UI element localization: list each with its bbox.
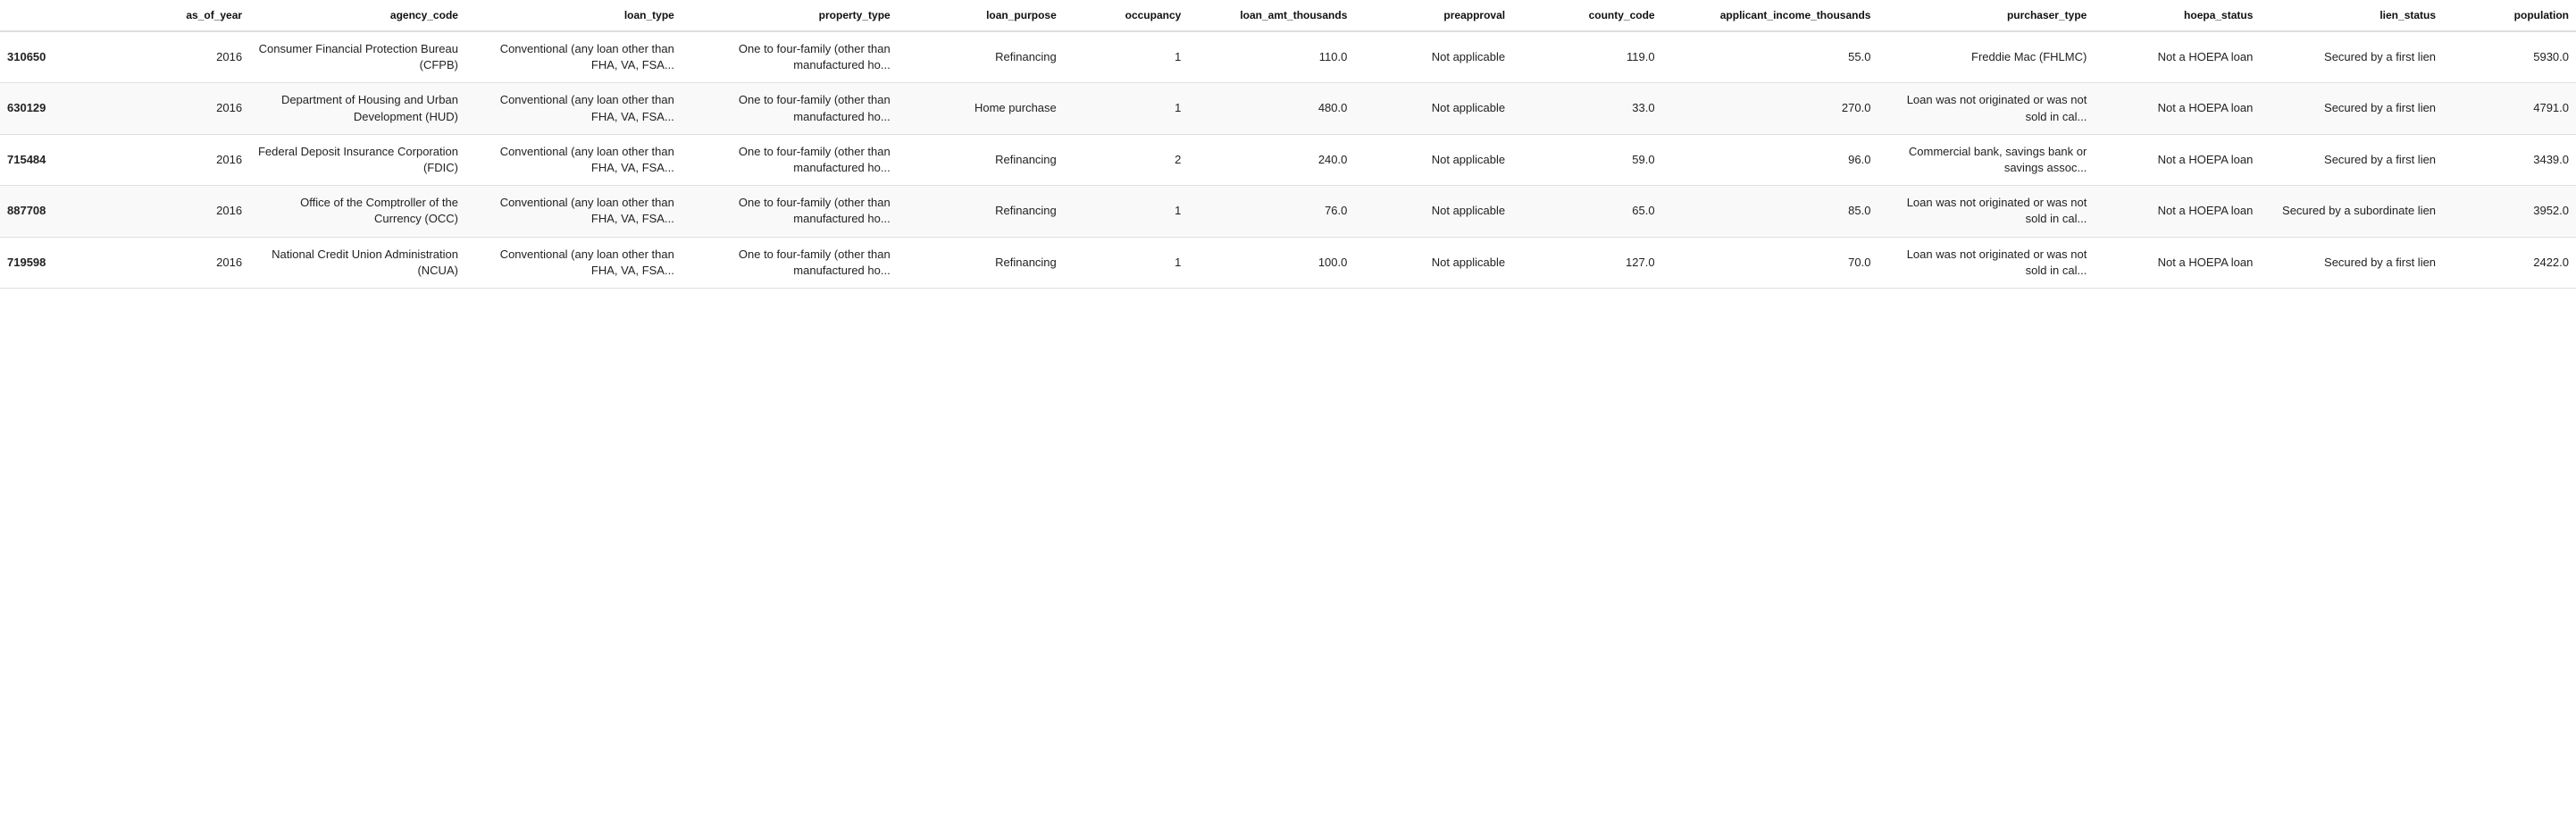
cell-pop: 2422.0 — [2443, 237, 2576, 288]
cell-propType: One to four-family (other than manufactu… — [682, 134, 898, 185]
cell-county: 59.0 — [1512, 134, 1661, 185]
cell-occ: 1 — [1064, 186, 1189, 237]
cell-pop: 3439.0 — [2443, 134, 2576, 185]
cell-purch: Loan was not originated or was not sold … — [1878, 186, 2094, 237]
cell-pop: 4791.0 — [2443, 83, 2576, 134]
col-header-loantype: loan_type — [465, 0, 682, 31]
cell-purpose: Refinancing — [898, 237, 1064, 288]
cell-amt: 240.0 — [1188, 134, 1354, 185]
cell-occ: 1 — [1064, 237, 1189, 288]
cell-id: 887708 — [0, 186, 133, 237]
col-header-purpose: loan_purpose — [898, 0, 1064, 31]
cell-pop: 5930.0 — [2443, 31, 2576, 83]
cell-income: 55.0 — [1662, 31, 1878, 83]
cell-county: 65.0 — [1512, 186, 1661, 237]
cell-hoepa: Not a HOEPA loan — [2094, 31, 2260, 83]
cell-occ: 1 — [1064, 83, 1189, 134]
col-header-income: applicant_income_thousands — [1662, 0, 1878, 31]
col-header-lien: lien_status — [2260, 0, 2443, 31]
cell-loanType: Conventional (any loan other than FHA, V… — [465, 31, 682, 83]
table-row: 3106502016Consumer Financial Protection … — [0, 31, 2576, 83]
cell-preapp: Not applicable — [1354, 237, 1512, 288]
cell-loanType: Conventional (any loan other than FHA, V… — [465, 186, 682, 237]
cell-purpose: Refinancing — [898, 31, 1064, 83]
cell-county: 127.0 — [1512, 237, 1661, 288]
cell-hoepa: Not a HOEPA loan — [2094, 134, 2260, 185]
cell-purpose: Refinancing — [898, 186, 1064, 237]
cell-purch: Loan was not originated or was not sold … — [1878, 237, 2094, 288]
cell-amt: 76.0 — [1188, 186, 1354, 237]
cell-preapp: Not applicable — [1354, 134, 1512, 185]
cell-occ: 1 — [1064, 31, 1189, 83]
cell-preapp: Not applicable — [1354, 83, 1512, 134]
cell-id: 630129 — [0, 83, 133, 134]
col-header-pop: population — [2443, 0, 2576, 31]
cell-loanType: Conventional (any loan other than FHA, V… — [465, 237, 682, 288]
cell-hoepa: Not a HOEPA loan — [2094, 237, 2260, 288]
cell-id: 719598 — [0, 237, 133, 288]
cell-pop: 3952.0 — [2443, 186, 2576, 237]
table-row: 6301292016Department of Housing and Urba… — [0, 83, 2576, 134]
cell-hoepa: Not a HOEPA loan — [2094, 186, 2260, 237]
cell-agency: Consumer Financial Protection Bureau (CF… — [249, 31, 465, 83]
cell-year: 2016 — [133, 134, 249, 185]
cell-purpose: Refinancing — [898, 134, 1064, 185]
table-row: 7154842016Federal Deposit Insurance Corp… — [0, 134, 2576, 185]
cell-year: 2016 — [133, 83, 249, 134]
cell-propType: One to four-family (other than manufactu… — [682, 186, 898, 237]
cell-propType: One to four-family (other than manufactu… — [682, 31, 898, 83]
cell-preapp: Not applicable — [1354, 31, 1512, 83]
cell-purpose: Home purchase — [898, 83, 1064, 134]
cell-income: 70.0 — [1662, 237, 1878, 288]
cell-lien: Secured by a first lien — [2260, 237, 2443, 288]
cell-loanType: Conventional (any loan other than FHA, V… — [465, 134, 682, 185]
cell-year: 2016 — [133, 237, 249, 288]
cell-id: 715484 — [0, 134, 133, 185]
cell-lien: Secured by a first lien — [2260, 83, 2443, 134]
col-header-preapp: preapproval — [1354, 0, 1512, 31]
cell-preapp: Not applicable — [1354, 186, 1512, 237]
table-row: 8877082016Office of the Comptroller of t… — [0, 186, 2576, 237]
cell-income: 96.0 — [1662, 134, 1878, 185]
cell-id: 310650 — [0, 31, 133, 83]
cell-lien: Secured by a first lien — [2260, 134, 2443, 185]
col-header-county: county_code — [1512, 0, 1661, 31]
cell-agency: Federal Deposit Insurance Corporation (F… — [249, 134, 465, 185]
cell-county: 33.0 — [1512, 83, 1661, 134]
col-header-agency: agency_code — [249, 0, 465, 31]
cell-occ: 2 — [1064, 134, 1189, 185]
table-row: 7195982016National Credit Union Administ… — [0, 237, 2576, 288]
cell-amt: 480.0 — [1188, 83, 1354, 134]
cell-income: 85.0 — [1662, 186, 1878, 237]
table-header-row: as_of_year agency_code loan_type propert… — [0, 0, 2576, 31]
cell-propType: One to four-family (other than manufactu… — [682, 83, 898, 134]
cell-purch: Loan was not originated or was not sold … — [1878, 83, 2094, 134]
cell-propType: One to four-family (other than manufactu… — [682, 237, 898, 288]
cell-amt: 100.0 — [1188, 237, 1354, 288]
col-header-year: as_of_year — [133, 0, 249, 31]
cell-hoepa: Not a HOEPA loan — [2094, 83, 2260, 134]
cell-amt: 110.0 — [1188, 31, 1354, 83]
cell-lien: Secured by a subordinate lien — [2260, 186, 2443, 237]
col-header-id — [0, 0, 133, 31]
cell-year: 2016 — [133, 31, 249, 83]
data-table: as_of_year agency_code loan_type propert… — [0, 0, 2576, 289]
cell-year: 2016 — [133, 186, 249, 237]
cell-lien: Secured by a first lien — [2260, 31, 2443, 83]
cell-agency: National Credit Union Administration (NC… — [249, 237, 465, 288]
cell-agency: Office of the Comptroller of the Currenc… — [249, 186, 465, 237]
col-header-proptype: property_type — [682, 0, 898, 31]
cell-income: 270.0 — [1662, 83, 1878, 134]
cell-purch: Freddie Mac (FHLMC) — [1878, 31, 2094, 83]
col-header-amt: loan_amt_thousands — [1188, 0, 1354, 31]
col-header-hoepa: hoepa_status — [2094, 0, 2260, 31]
col-header-occ: occupancy — [1064, 0, 1189, 31]
cell-county: 119.0 — [1512, 31, 1661, 83]
cell-agency: Department of Housing and Urban Developm… — [249, 83, 465, 134]
cell-loanType: Conventional (any loan other than FHA, V… — [465, 83, 682, 134]
col-header-purch: purchaser_type — [1878, 0, 2094, 31]
cell-purch: Commercial bank, savings bank or savings… — [1878, 134, 2094, 185]
